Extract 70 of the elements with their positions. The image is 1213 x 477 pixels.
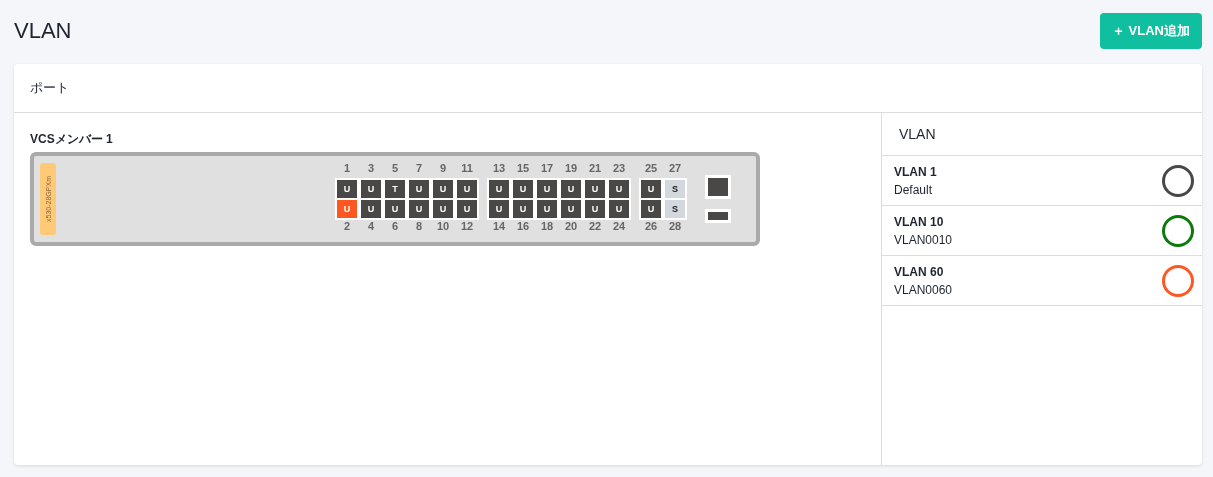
port[interactable]: U [361,200,381,218]
port[interactable]: U [585,180,605,198]
port-number: 23 [611,162,627,176]
port-number: 6 [390,220,400,234]
port[interactable]: U [409,200,429,218]
port[interactable]: U [609,200,629,218]
port-number: 27 [667,162,683,176]
port[interactable]: U [561,180,581,198]
vlan-item[interactable]: VLAN 60 VLAN0060 [882,256,1202,306]
port-number: 8 [414,220,424,234]
member-label: VCSメンバー 1 [30,131,114,148]
port-number: 11 [460,162,474,176]
vlan-description: VLAN0060 [894,282,953,297]
port-number: 17 [539,162,555,176]
port-number: 15 [515,162,531,176]
port-number: 28 [667,220,683,234]
card-title: ポート [14,64,1202,113]
port-number: 18 [539,220,555,234]
port[interactable]: U [585,200,605,218]
port[interactable]: U [513,200,533,218]
port-number: 10 [435,220,451,234]
port[interactable]: U [537,200,557,218]
port[interactable]: U [513,180,533,198]
port-number: 20 [563,220,579,234]
port[interactable]: U [489,180,509,198]
port[interactable]: U [433,180,453,198]
port[interactable]: U [489,200,509,218]
vlan-description: VLAN0010 [894,232,953,247]
port-number: 3 [366,162,376,176]
uplink-port-icon [705,209,731,223]
vlan-item[interactable]: VLAN 1 Default [882,156,1202,206]
port-number: 21 [587,162,603,176]
port[interactable]: U [561,200,581,218]
port[interactable]: S [665,180,685,198]
port[interactable]: U [457,200,477,218]
vlan-name: VLAN 10 [894,214,945,229]
port-number: 22 [587,220,603,234]
port-number: 7 [414,162,424,176]
vlan-name: VLAN 60 [894,264,945,279]
port[interactable]: S [665,200,685,218]
port-number: 24 [611,220,627,234]
port[interactable]: U [609,180,629,198]
port[interactable]: U [641,200,661,218]
port-number: 12 [459,220,475,234]
uplink-port-icon [705,175,731,199]
port[interactable]: U [337,180,357,198]
port[interactable]: U [409,180,429,198]
port-number: 5 [390,162,400,176]
port-number: 16 [515,220,531,234]
panel-title: VLAN [882,113,1202,156]
port[interactable]: U [433,200,453,218]
port[interactable]: U [537,180,557,198]
vlan-description: Default [894,182,934,197]
port-number: 14 [491,220,507,234]
port[interactable]: T [385,180,405,198]
port[interactable]: U [385,200,405,218]
port-number: 2 [342,220,352,234]
port-number: 19 [563,162,579,176]
port[interactable]: U [457,180,477,198]
port-number: 1 [342,162,352,176]
port-number: 13 [491,162,507,176]
vlan-name: VLAN 1 [894,164,937,179]
port-number: 4 [366,220,376,234]
port[interactable]: U [641,180,661,198]
page-title: VLAN [14,18,72,44]
vlan-item[interactable]: VLAN 10 VLAN0010 [882,206,1202,256]
port[interactable]: U [361,180,381,198]
port-number: 9 [438,162,448,176]
port-number: 26 [643,220,659,234]
port-number: 25 [643,162,659,176]
